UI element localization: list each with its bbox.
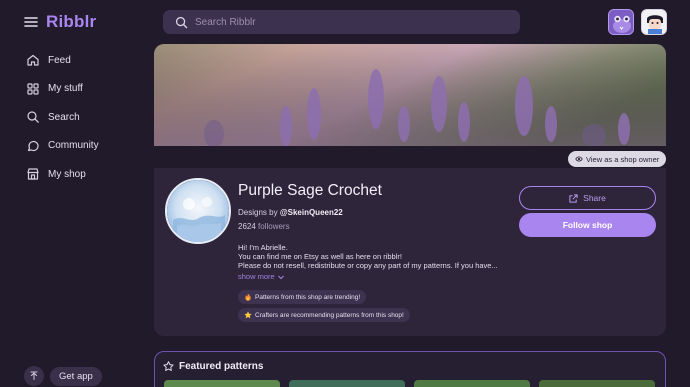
- designs-by-label: Designs by: [238, 208, 278, 217]
- designer-link[interactable]: @SkeinQueen22: [280, 208, 343, 217]
- shop-logo: [165, 178, 231, 244]
- bio-line: You can find me on Etsy as well as here …: [238, 252, 402, 262]
- bio-line: Please do not resell, redistribute or co…: [238, 261, 498, 271]
- followers-label: followers: [258, 222, 290, 231]
- search-bar[interactable]: Search Ribblr: [163, 10, 520, 34]
- view-as-owner-label: View as a shop owner: [586, 154, 660, 164]
- chevron-down-icon: [277, 273, 285, 281]
- sidebar: Ribblr Feed My stuff Search Community My…: [0, 0, 150, 387]
- recommended-badge: Crafters are recommending patterns from …: [238, 308, 410, 322]
- sidebar-footer: Get app: [24, 366, 102, 386]
- follow-shop-button[interactable]: Follow shop: [519, 213, 656, 237]
- view-as-owner-button[interactable]: View as a shop owner: [568, 151, 667, 167]
- brand: Ribblr: [24, 12, 96, 32]
- sidebar-item-label: Community: [48, 140, 99, 152]
- home-icon: [26, 53, 40, 67]
- sidebar-item-label: My shop: [48, 168, 86, 180]
- pattern-thumbnail[interactable]: [414, 380, 530, 387]
- star-outline-icon: [163, 361, 174, 372]
- shop-name: Purple Sage Crochet: [238, 182, 382, 199]
- designer-line: Designs by @SkeinQueen22: [238, 208, 343, 217]
- avatar[interactable]: [641, 9, 667, 35]
- get-app-button[interactable]: Get app: [50, 366, 102, 386]
- followers-number: 2624: [238, 222, 256, 231]
- sidebar-item-community[interactable]: Community: [26, 132, 99, 161]
- pattern-thumbnail[interactable]: [164, 380, 280, 387]
- arrow-up-icon: [30, 371, 38, 380]
- star-icon: [244, 311, 252, 319]
- ribblr-logo[interactable]: Ribblr: [46, 12, 96, 32]
- search-input[interactable]: Search Ribblr: [195, 17, 256, 28]
- sidebar-item-label: Search: [48, 111, 80, 123]
- pattern-thumbnail[interactable]: [539, 380, 655, 387]
- sidebar-item-feed[interactable]: Feed: [26, 46, 99, 75]
- followers-count[interactable]: 2624 followers: [238, 222, 290, 231]
- avatar[interactable]: [608, 9, 634, 35]
- hamburger-menu-icon[interactable]: [24, 15, 38, 29]
- shop-banner-image: [154, 44, 666, 146]
- share-label: Share: [583, 193, 606, 203]
- community-icon: [26, 139, 40, 153]
- sidebar-item-search[interactable]: Search: [26, 103, 99, 132]
- search-icon: [175, 16, 188, 29]
- featured-title: Featured patterns: [179, 361, 264, 372]
- shop-bio: Hi! I'm Abrielle. You can find me on Ets…: [238, 243, 518, 271]
- badge-label: Crafters are recommending patterns from …: [255, 311, 404, 319]
- show-more-link[interactable]: show more: [238, 272, 285, 281]
- badge-label: Patterns from this shop are trending!: [255, 293, 361, 301]
- sidebar-item-label: Feed: [48, 54, 71, 66]
- scroll-top-button[interactable]: [24, 366, 44, 386]
- pattern-thumbnail[interactable]: [289, 380, 405, 387]
- fire-icon: [244, 293, 252, 301]
- eye-icon: [575, 155, 583, 163]
- share-button[interactable]: Share: [519, 186, 656, 210]
- trending-badge: Patterns from this shop are trending!: [238, 290, 367, 304]
- sidebar-item-label: My stuff: [48, 83, 83, 95]
- featured-patterns-heading: Featured patterns: [163, 361, 263, 372]
- search-icon: [26, 110, 40, 124]
- sidebar-item-my-stuff[interactable]: My stuff: [26, 75, 99, 104]
- shop-icon: [26, 167, 40, 181]
- grid-icon: [26, 82, 40, 96]
- show-more-label: show more: [238, 272, 275, 281]
- sidebar-nav: Feed My stuff Search Community My shop: [26, 46, 99, 189]
- sidebar-item-my-shop[interactable]: My shop: [26, 160, 99, 189]
- share-icon: [569, 193, 578, 203]
- bio-line: Hi! I'm Abrielle.: [238, 243, 288, 252]
